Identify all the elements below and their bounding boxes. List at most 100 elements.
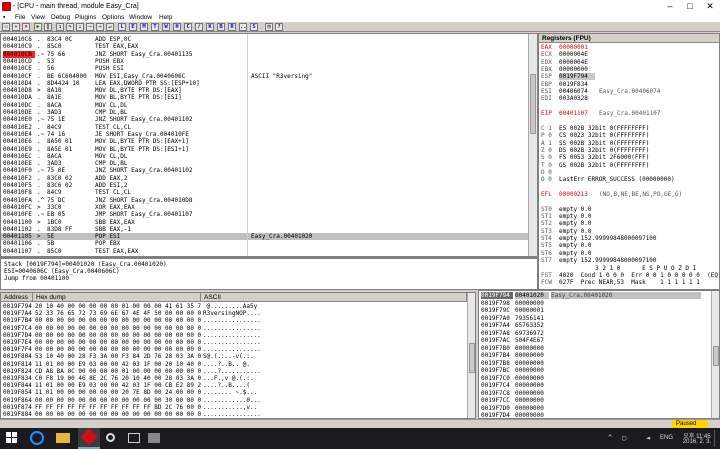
menu-options[interactable]: Options (102, 13, 124, 22)
disasm-row[interactable]: 004010F5. 83C6 02 ADD ESI,2 (1, 182, 537, 189)
settings-icon[interactable]: ▤ (265, 23, 273, 31)
disasm-row[interactable]: 004010E4 .~ 74 16 JE SHORT Easy_Cra.004010F… (1, 131, 537, 138)
edge-browser-icon[interactable] (30, 431, 44, 445)
dump-row[interactable]: 0019F834 C0 F8 19 00 46 8E 2C 76 20 10 40… (1, 375, 467, 382)
close-button[interactable]: ✕ (700, 0, 720, 13)
register-row[interactable]: ST0 empty 0.0 (539, 206, 719, 213)
disasm-row[interactable]: 004010E2. 84C9 TEST CL,CL (1, 124, 537, 131)
register-row[interactable] (539, 103, 719, 110)
toolbar-window-button[interactable]: ... (239, 23, 247, 31)
disasm-row[interactable]: 00401105 >5E POP ESI Easy_Cra.00401020 (1, 233, 537, 241)
disasm-row[interactable]: 00401100 >1BC0 SBB EAX,EAX (1, 219, 537, 226)
disasm-row[interactable]: 004010FA .^ 75 DC JNZ SHORT Easy_Cra.004010… (1, 197, 537, 204)
stack-row[interactable]: 0019F7BC 00000000 (479, 367, 711, 374)
disasm-row[interactable]: 004010EE. 3AD3 CMP DL,BL (1, 160, 537, 167)
register-row[interactable]: EFL 00000213 (NO,B,NE,BE,NS,PO,GE,G) (539, 191, 719, 198)
disasm-row[interactable]: 004010E6. 8A50 01 MOV DL,BYTE PTR DS:[EAX+… (1, 138, 537, 145)
register-row[interactable]: ST2 empty 0.0 (539, 220, 719, 227)
dump-row[interactable]: 0019F874 FF FF FF FF FF FF FF FF FF FF FF… (1, 404, 467, 411)
dump-row[interactable]: 0019F7D4 00 00 00 00 00 00 00 00 00 00 00… (1, 332, 467, 339)
dump-row[interactable]: 0019F854 11 01 00 00 00 00 00 00 20 7E 8D… (1, 389, 467, 396)
stack-row[interactable]: 0019F7B0 00000000 (479, 345, 711, 352)
disasm-row[interactable]: 004010F0 .~ 75 0E JNZ SHORT Easy_Cra.004011… (1, 167, 537, 174)
toolbar-window-button[interactable]: R (228, 23, 236, 31)
stack-row[interactable]: 0019F7A8 69736972 (479, 330, 711, 337)
register-row[interactable]: EAX 00000001 (539, 44, 719, 51)
goto-icon[interactable]: ↵ (106, 23, 114, 31)
register-row[interactable] (539, 198, 719, 205)
register-row[interactable]: C 1 ES 002B 32bit 0(FFFFFFFF) (539, 125, 719, 132)
register-row[interactable]: ST7 empty 152.99999848000097100 (539, 257, 719, 264)
dump-row[interactable]: 0019F884 00 00 00 00 00 00 00 00 00 00 00… (1, 411, 467, 418)
disassembly-scrollbar[interactable] (528, 34, 537, 256)
registers-pane[interactable]: Registers (FPU) EAX 00000001 ECX 0000004E ED… (538, 33, 720, 290)
dump-row[interactable]: 0019F7A4 52 33 76 65 72 73 69 6E 67 4E 4F… (1, 310, 467, 317)
register-row[interactable]: ESI 00406074 Easy_Cra.00406074 (539, 88, 719, 95)
register-row[interactable]: EIP 00401107 Easy_Cra.00401107 (539, 110, 719, 117)
system-menu-icon[interactable]: ▪ (3, 13, 11, 21)
close-program-icon[interactable]: × (22, 23, 30, 31)
toolbar-window-button[interactable]: L (118, 23, 126, 31)
stack-row[interactable]: 0019F798 00000000 (479, 300, 711, 307)
disasm-row[interactable]: 004010CE. 56 PUSH ESI (1, 65, 537, 72)
register-row[interactable]: EBP 0019F834 (539, 81, 719, 88)
toolbar-window-button[interactable]: M (140, 23, 148, 31)
run-icon[interactable]: ▶ (34, 23, 42, 31)
disasm-row[interactable]: 00401107. 85C0 TEST EAX,EAX (1, 248, 537, 255)
stack-row[interactable]: 0019F7C4 00000000 (479, 382, 711, 389)
register-row[interactable]: EBX 00000000 (539, 66, 719, 73)
disasm-row[interactable]: 004010C6. 83C4 0C ADD ESP,0C (1, 36, 537, 43)
language-indicator[interactable]: ENG (660, 435, 673, 441)
stack-row[interactable]: 0019F7B8 00000000 (479, 360, 711, 367)
register-row[interactable]: Z 0 DS 002B 32bit 0(FFFFFFFF) (539, 147, 719, 154)
toolbar-window-button[interactable]: H (173, 23, 181, 31)
register-row[interactable]: D 0 (539, 169, 719, 176)
disasm-row[interactable]: 004010D4. 8D4424 10 LEA EAX,DWORD PTR SS:[… (1, 80, 537, 87)
disasm-row[interactable]: 004010DC. 8ACA MOV CL,DL (1, 102, 537, 109)
register-row[interactable]: EDI 003A0328 (539, 95, 719, 102)
register-row[interactable]: FST 4020 Cond 1 0 0 0 Err 0 0 1 0 0 0 0 0… (539, 272, 719, 279)
dump-row[interactable]: 0019F7B4 00 00 00 00 00 00 00 00 00 00 00… (1, 317, 467, 324)
register-row[interactable]: EDX 0000004E (539, 59, 719, 66)
trace-over-icon[interactable]: ⇢ (86, 23, 94, 31)
file-explorer-icon[interactable] (56, 433, 70, 443)
disasm-row[interactable]: 004010FE .~ EB 05 JMP SHORT Easy_Cra.004011… (1, 211, 537, 218)
disassembly-pane[interactable]: 004010C6. 83C4 0C ADD ESP,0C 004010C9. 85C0 T… (0, 33, 538, 257)
windows-start-icon[interactable] (6, 432, 18, 444)
toolbar-window-button[interactable]: B (217, 23, 225, 31)
register-row[interactable]: T 0 GS 002B 32bit 0(FFFFFFFF) (539, 162, 719, 169)
dump-row[interactable]: 0019F844 11 01 00 00 E9 03 00 00 42 03 1F… (1, 382, 467, 389)
disasm-row[interactable]: 004010F2. 83C0 02 ADD EAX,2 (1, 175, 537, 182)
register-row[interactable]: P 0 CS 0023 32bit 0(FFFFFFFF) (539, 132, 719, 139)
disasm-row[interactable]: 004010DE. 3AD3 CMP DL,BL (1, 109, 537, 116)
stack-row[interactable]: 0019F7D4 00000000 (479, 412, 711, 418)
help-icon[interactable]: ? (275, 23, 283, 31)
execute-till-return-icon[interactable]: → (96, 23, 104, 31)
stack-row[interactable]: 0019F79C 00000001 (479, 307, 711, 314)
hexdump-column-header[interactable]: Hex dump (33, 293, 201, 302)
register-row[interactable]: 3 2 1 0 E S P U O Z D I (539, 265, 719, 272)
address-column-header[interactable]: Address (1, 293, 33, 302)
stack-row[interactable]: 0019F7D0 00000000 (479, 405, 711, 412)
restart-icon[interactable]: « (12, 23, 20, 31)
menu-window[interactable]: Window (129, 13, 152, 22)
clock-date[interactable]: 2016. 2. 3. (682, 439, 712, 445)
dump-row[interactable]: 0019F794 20 10 40 00 00 00 00 00 01 00 00… (1, 303, 467, 310)
trace-into-icon[interactable]: ⇣ (76, 23, 84, 31)
disasm-row[interactable]: 004010DA. 8A1E MOV BL,BYTE PTR DS:[ESI] (1, 94, 537, 101)
disasm-row[interactable]: 00401106. 5B POP EBX (1, 240, 537, 247)
dump-row[interactable]: 0019F7C4 00 00 00 00 00 00 00 00 00 00 00… (1, 325, 467, 332)
disasm-row[interactable]: 004010E9. 8A5E 01 MOV BL,BYTE PTR DS:[ESI+… (1, 146, 537, 153)
stack-row[interactable]: 0019F7C0 00000000 (479, 375, 711, 382)
task-view-icon[interactable] (128, 433, 140, 443)
dump-row[interactable]: 0019F864 00 00 00 00 00 00 00 00 00 00 00… (1, 397, 467, 404)
toolbar-window-button[interactable]: S (250, 23, 258, 31)
show-desktop-button[interactable] (714, 430, 718, 447)
register-row[interactable]: ST1 empty 0.0 (539, 213, 719, 220)
disasm-row[interactable]: 004010CB .~ 75 66 JNZ SHORT Easy_Cra.004011… (1, 50, 537, 58)
stack-row[interactable]: 0019F7B4 00000000 (479, 352, 711, 359)
disasm-row[interactable]: 00401102. 83D8 FF SBB EAX,-1 (1, 226, 537, 233)
dump-row[interactable]: 0019F804 53 10 40 00 28 F3 3A 00 F3 84 2D… (1, 353, 467, 360)
step-over-icon[interactable]: ↷ (66, 23, 74, 31)
disasm-row[interactable]: 004010D8 >8A10 MOV DL,BYTE PTR DS:[EAX] (1, 87, 537, 94)
